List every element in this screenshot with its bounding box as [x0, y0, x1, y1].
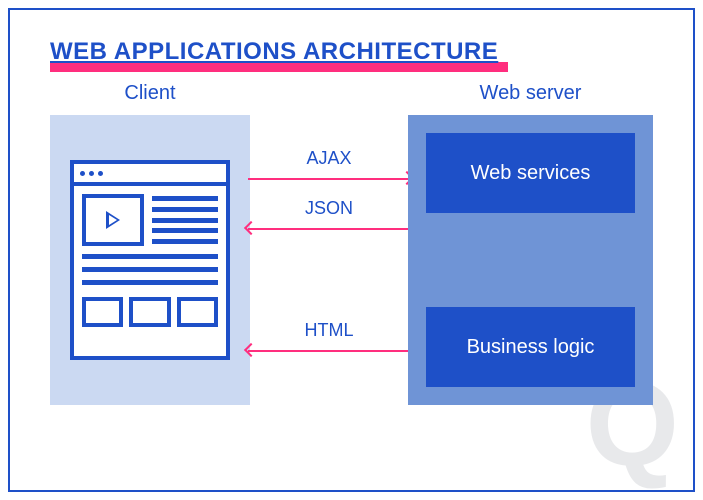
text-lines — [152, 194, 218, 246]
server-label: Web server — [408, 82, 653, 105]
window-dot-icon — [98, 171, 103, 176]
web-services-box: Web services — [426, 133, 635, 213]
browser-body — [74, 186, 226, 356]
text-line-icon — [82, 254, 218, 259]
text-line-icon — [82, 280, 218, 285]
page-title: WEB APPLICATIONS ARCHITECTURE — [50, 38, 498, 66]
window-dot-icon — [89, 171, 94, 176]
browser-titlebar — [74, 164, 226, 186]
window-dot-icon — [80, 171, 85, 176]
media-thumbnail — [82, 194, 144, 246]
json-label: JSON — [250, 198, 408, 219]
ajax-label: AJAX — [250, 148, 408, 169]
html-arrow — [248, 350, 410, 352]
connections-column: AJAX JSON HTML — [250, 82, 408, 405]
thumbnail-icon — [129, 297, 170, 327]
html-label: HTML — [250, 320, 408, 341]
thumbnail-icon — [82, 297, 123, 327]
client-column: Client — [50, 82, 250, 405]
thumbnail-icon — [177, 297, 218, 327]
text-line-icon — [152, 228, 218, 233]
title-wrap: WEB APPLICATIONS ARCHITECTURE — [50, 38, 498, 66]
thumbnail-row — [82, 297, 218, 327]
play-icon — [106, 211, 120, 229]
diagram-frame: Q WEB APPLICATIONS ARCHITECTURE Client — [8, 8, 695, 492]
business-logic-box: Business logic — [426, 307, 635, 387]
text-line-icon — [152, 218, 218, 223]
json-arrow — [248, 228, 410, 230]
media-row — [82, 194, 218, 246]
text-line-icon — [152, 207, 218, 212]
browser-window-icon — [70, 160, 230, 360]
text-line-icon — [152, 196, 218, 201]
ajax-arrow — [248, 178, 410, 180]
text-line-icon — [152, 239, 218, 244]
client-box — [50, 115, 250, 405]
content-layer: WEB APPLICATIONS ARCHITECTURE Client — [50, 38, 653, 405]
client-label: Client — [50, 82, 250, 105]
server-column: Web server Web services Business logic — [408, 82, 653, 405]
server-box: Web services Business logic — [408, 115, 653, 405]
text-line-icon — [82, 267, 218, 272]
columns: Client — [50, 82, 653, 405]
